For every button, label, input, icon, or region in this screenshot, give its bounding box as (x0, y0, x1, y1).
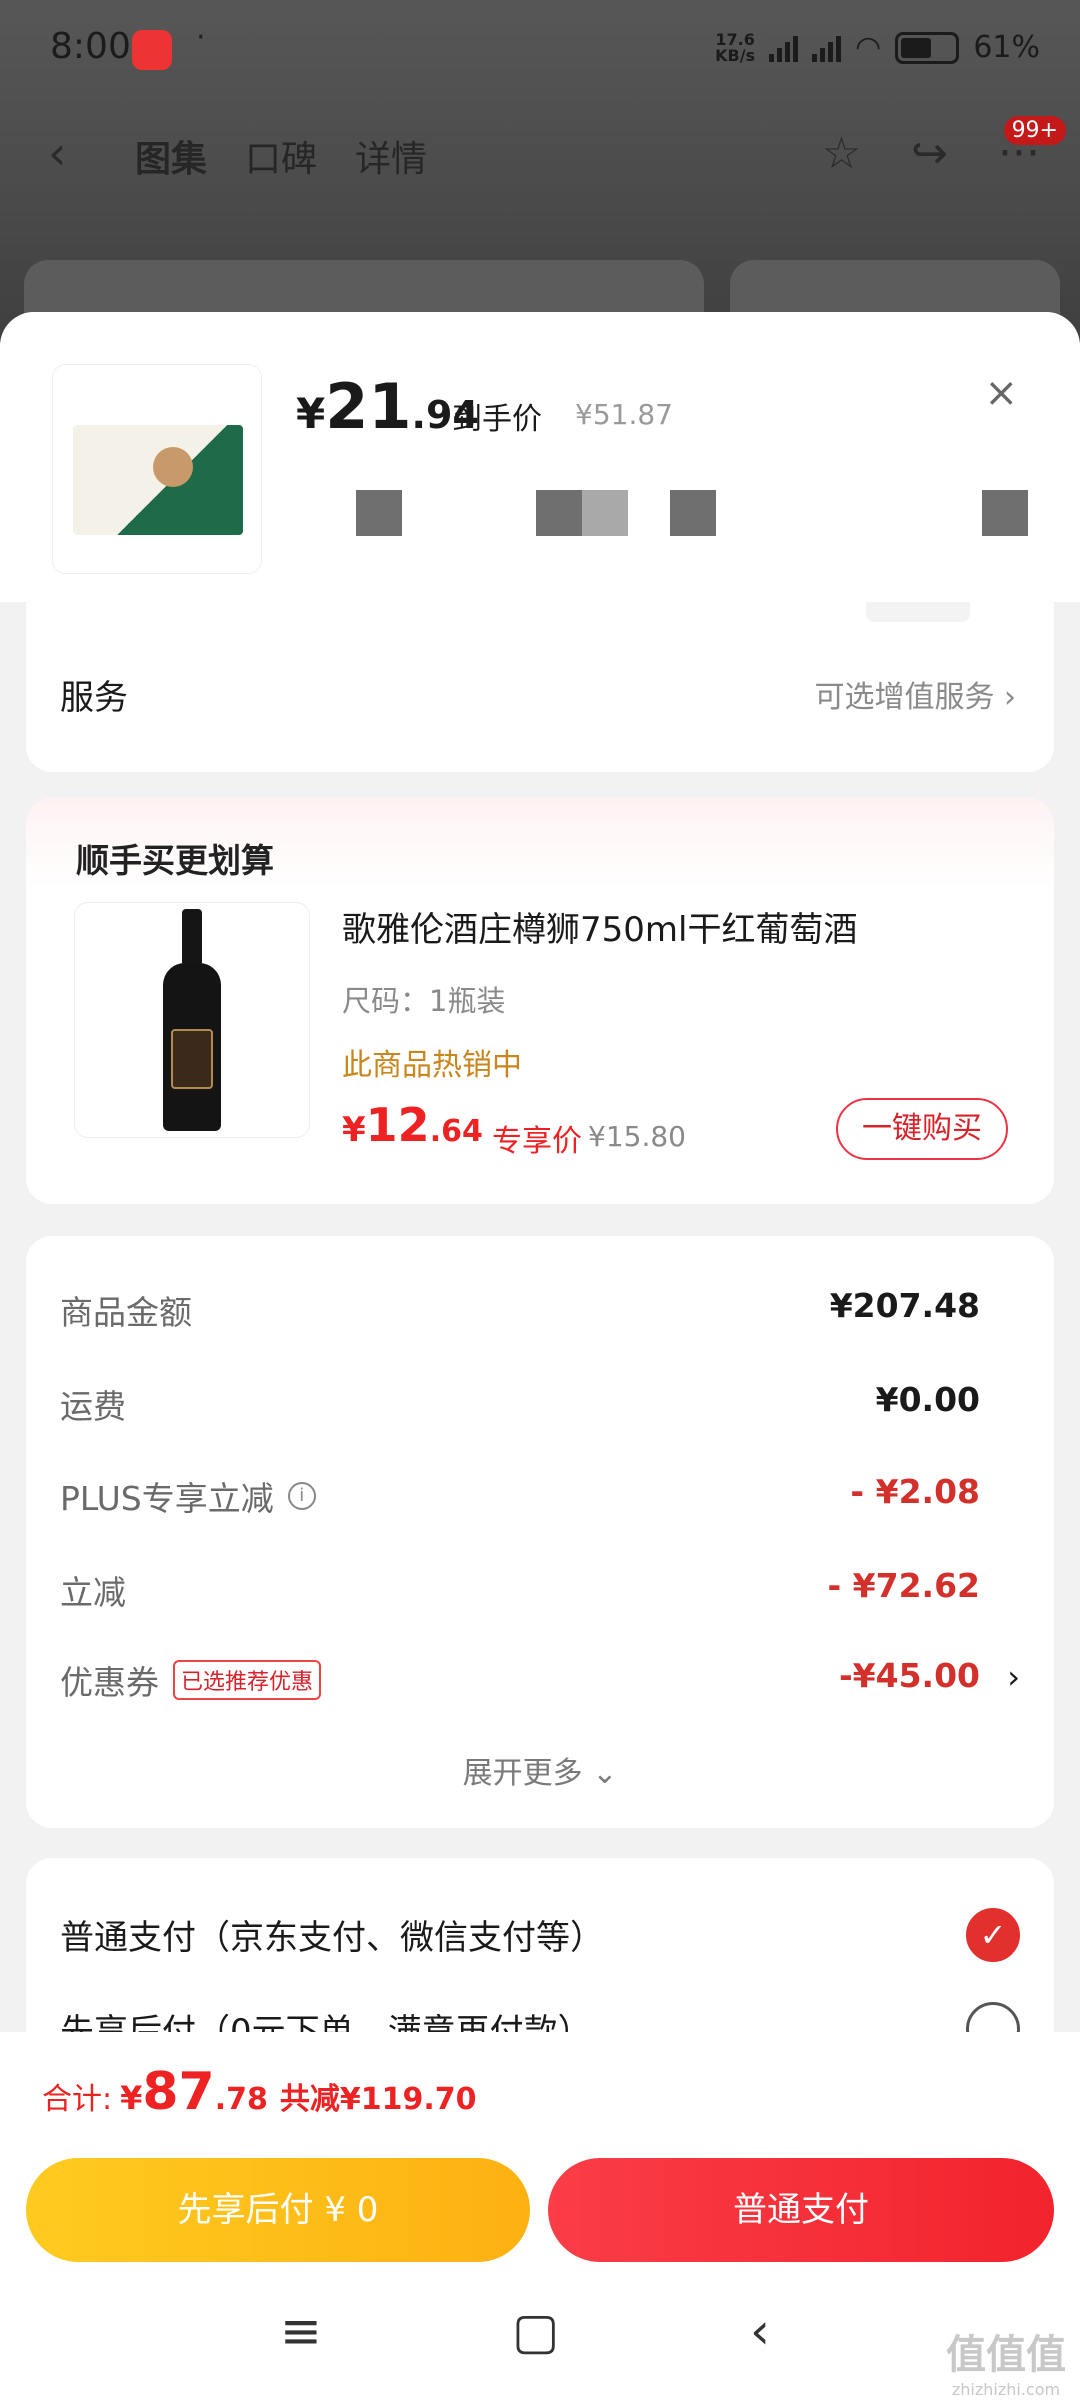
service-option[interactable]: 可选增值服务 › (814, 672, 1016, 716)
wine-bottle-image (163, 909, 221, 1131)
jd-app-icon (132, 30, 172, 70)
wine-price-tag: 专享价 (492, 1124, 582, 1159)
signal-icon-2 (812, 34, 842, 62)
redacted-spec (356, 490, 1056, 536)
menu-icon[interactable]: ≡ (280, 2302, 322, 2360)
service-panel: 服务 可选增值服务 › (26, 582, 1054, 772)
one-click-buy-button[interactable]: 一键购买 (836, 1098, 1008, 1160)
pay-later-button[interactable]: 先享后付 ¥ 0 (26, 2158, 530, 2262)
total-saved: 共减¥119.70 (279, 2082, 477, 2117)
summary-row-plus: PLUS专享立减 i - ¥2.08 (60, 1472, 980, 1518)
watermark: 值值值 zhizhizhi.com (946, 2332, 1066, 2399)
status-indicators: 17.6 KB/s ◠ 61% (715, 30, 1040, 65)
service-label: 服务 (60, 678, 128, 718)
wine-thumbnail[interactable] (74, 902, 310, 1138)
back-nav-icon[interactable]: ‹ (750, 2302, 770, 2360)
battery-percent: 61% (973, 30, 1040, 65)
upsell-panel: 顺手买更划算 歌雅伦酒庄樽狮750ml干红葡萄酒 尺码：1瓶装 此商品热销中 ¥… (26, 798, 1054, 1204)
signal-icon (769, 34, 799, 62)
total-price: 合计: ¥ 87 .78 共减¥119.70 (42, 2062, 477, 2122)
wine-original-price: ¥15.80 (588, 1120, 686, 1153)
wine-spec: 尺码：1瓶装 (342, 984, 506, 1018)
wine-name[interactable]: 歌雅伦酒庄樽狮750ml干红葡萄酒 (342, 902, 857, 951)
expand-more-button[interactable]: 展开更多 ⌄ (26, 1748, 1054, 1792)
top-nav: ‹ 图集 口碑 详情 ☆ ↪ ··· 99+ (0, 116, 1080, 190)
upsell-title: 顺手买更划算 (76, 841, 274, 880)
coupon-tag: 已选推荐优惠 (173, 1660, 322, 1700)
tab-reviews[interactable]: 口碑 (245, 130, 317, 182)
wine-price: ¥ 12 .64 (342, 1098, 483, 1152)
checkout-bar: 合计: ¥ 87 .78 共减¥119.70 先享后付 ¥ 0 普通支付 ≡ ▢… (0, 2032, 1080, 2400)
battery-icon (895, 31, 960, 64)
summary-row-goods: 商品金额 ¥207.48 (60, 1286, 980, 1332)
info-icon[interactable]: i (287, 1482, 316, 1510)
status-time: 8:00 (50, 26, 131, 67)
product-thumbnail (52, 364, 262, 574)
star-icon[interactable]: ☆ (822, 128, 861, 179)
tab-gallery[interactable]: 图集 (135, 130, 207, 182)
check-icon[interactable]: ✓ (966, 1908, 1020, 1962)
summary-row-discount: 立减 - ¥72.62 (60, 1566, 980, 1612)
close-icon[interactable]: × (984, 370, 1018, 416)
message-badge: 99+ (1003, 116, 1066, 145)
pay-now-button[interactable]: 普通支付 (548, 2158, 1054, 2262)
nav-tabs: 图集 口碑 详情 (135, 130, 427, 182)
status-dot: · (196, 20, 206, 55)
chevron-right-icon: › (1007, 1658, 1020, 1696)
final-price-tag: 到手价 (452, 402, 542, 437)
status-bar: 8:00 · 17.6 KB/s ◠ 61% (0, 0, 1080, 100)
sheet-header: ¥ 21 .94 到手价 ¥51.87 × (0, 312, 1080, 602)
summary-row-shipping: 运费 ¥0.00 (60, 1380, 980, 1426)
wifi-icon: ◠ (855, 30, 882, 65)
back-icon[interactable]: ‹ (48, 126, 66, 180)
payment-option-normal[interactable]: 普通支付（京东支付、微信支付等） ✓ (60, 1900, 1020, 1970)
tab-details[interactable]: 详情 (355, 130, 427, 182)
original-price: ¥51.87 (575, 398, 673, 431)
home-icon[interactable]: ▢ (512, 2302, 559, 2360)
network-speed: 17.6 KB/s (715, 29, 756, 65)
price-summary-panel: 商品金额 ¥207.48 运费 ¥0.00 PLUS专享立减 i - ¥2.08 … (26, 1236, 1054, 1828)
share-icon[interactable]: ↪ (911, 128, 948, 179)
summary-row-coupon[interactable]: 优惠券 已选推荐优惠 -¥45.00 › (60, 1656, 1020, 1716)
system-nav-bar: ≡ ▢ ‹ (0, 2302, 1080, 2382)
background-page: 8:00 · 17.6 KB/s ◠ 61% ‹ 图集 口碑 详情 ☆ ↪ ··… (0, 0, 1080, 380)
wine-hot-label: 此商品热销中 (342, 1048, 522, 1083)
